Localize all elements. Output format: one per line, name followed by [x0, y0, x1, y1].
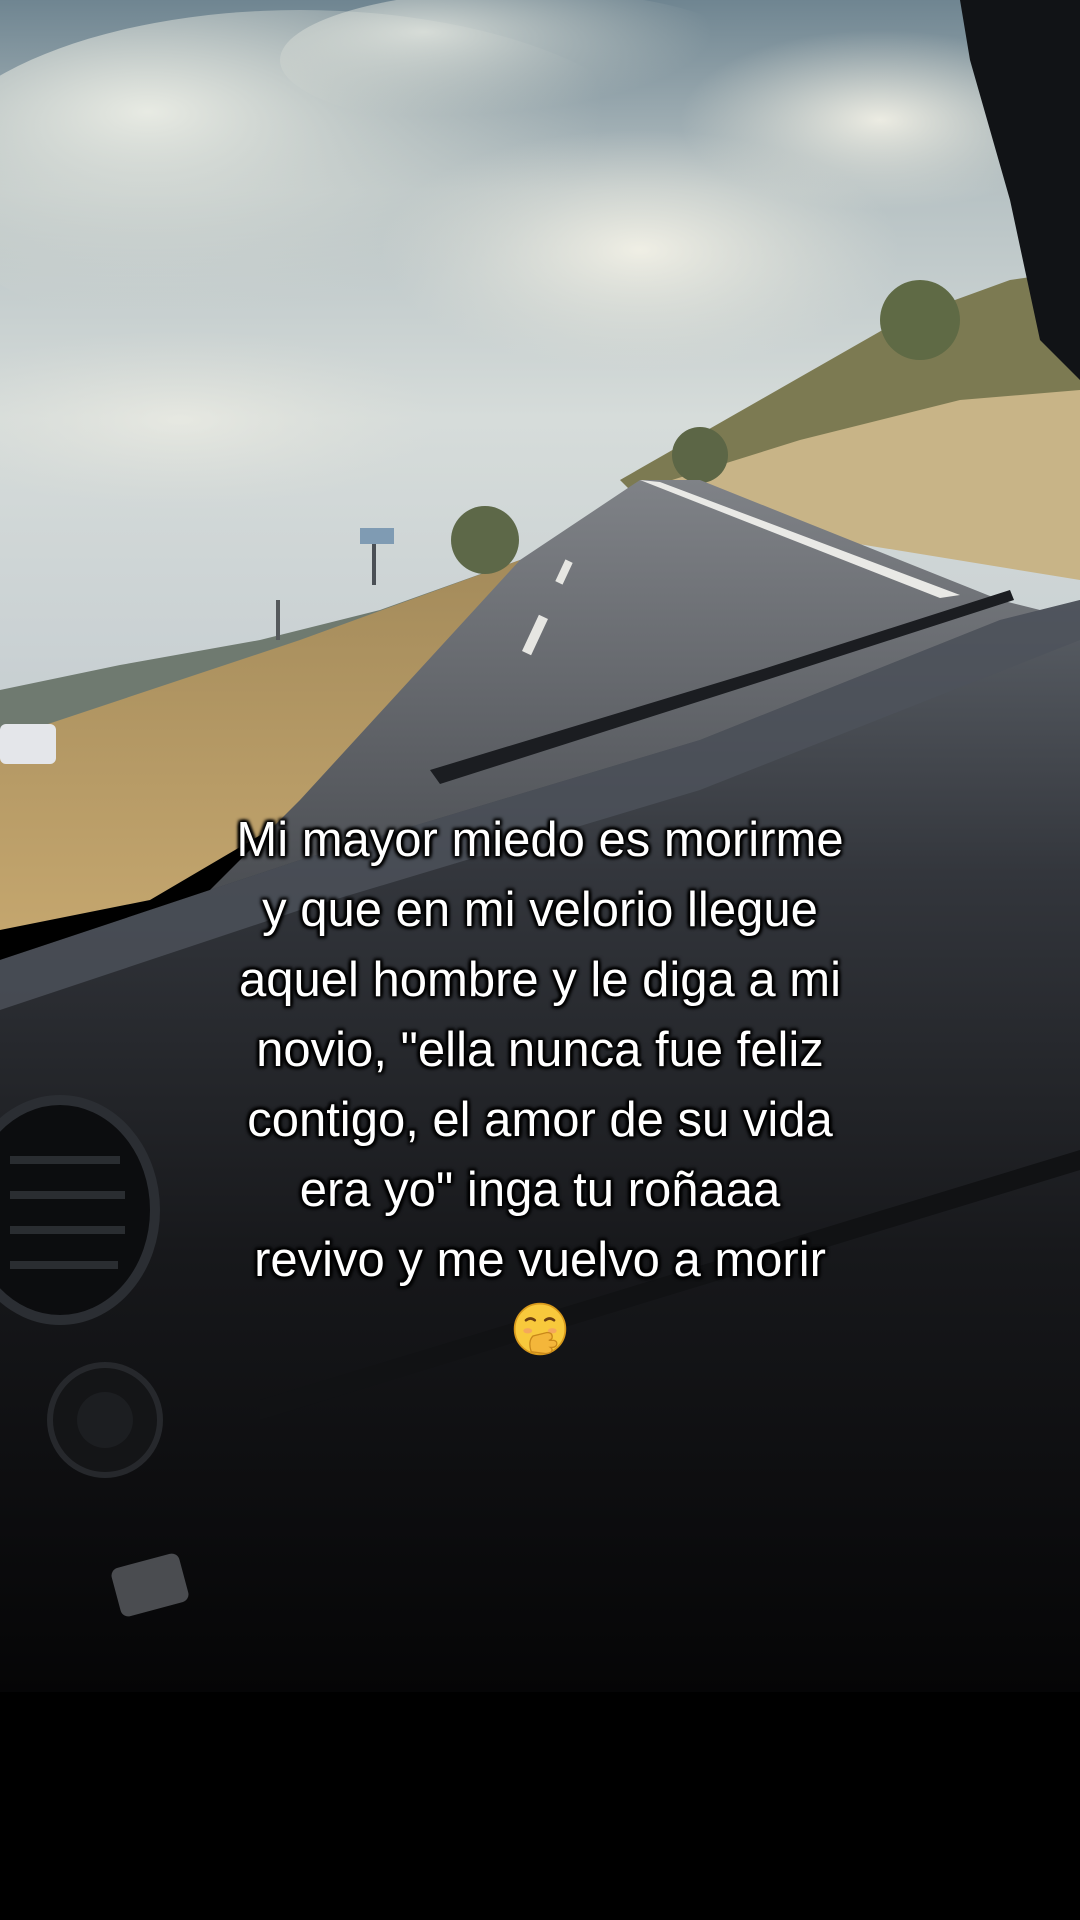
- bottom-black-bar: [0, 1692, 1080, 1920]
- caption-line: Mi mayor miedo es morirme: [236, 813, 844, 867]
- caption-line: aquel hombre y le diga a mi: [239, 953, 841, 1007]
- caption-line: novio, "ella nunca fue feliz: [256, 1023, 824, 1077]
- story-frame: Mi mayor miedo es morirme y que en mi ve…: [0, 0, 1080, 1920]
- hand-over-mouth-face-icon: [513, 1302, 567, 1356]
- caption-line: contigo, el amor de su vida: [247, 1093, 833, 1147]
- caption-line: y que en mi velorio llegue: [262, 883, 818, 937]
- story-caption: Mi mayor miedo es morirme y que en mi ve…: [90, 805, 990, 1357]
- caption-line: revivo y me vuelvo a morir: [254, 1233, 826, 1287]
- caption-line: era yo" inga tu roñaaa: [299, 1163, 781, 1217]
